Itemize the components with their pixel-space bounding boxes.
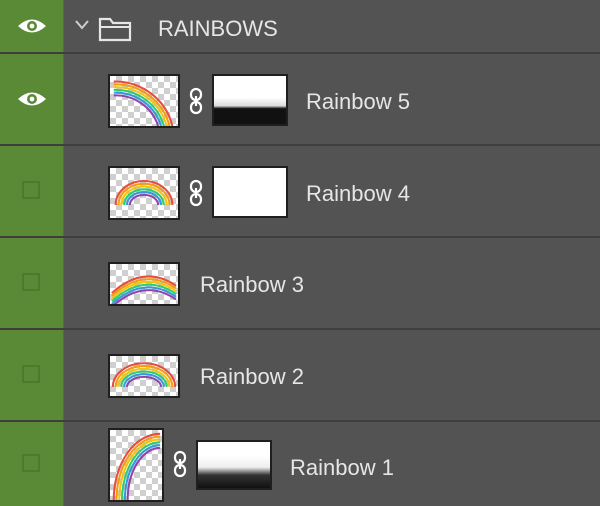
layer-thumbnail[interactable] [108, 74, 180, 128]
layer-row[interactable]: Rainbow 1 [0, 422, 600, 506]
visibility-empty-box [22, 454, 40, 472]
layer-name: Rainbow 5 [306, 89, 410, 114]
visibility-empty-box [22, 181, 40, 199]
rainbow-quarter-arc [113, 80, 174, 126]
rainbow-arc [114, 179, 174, 206]
visibility-empty-box [22, 365, 40, 383]
layer-thumbnail[interactable] [108, 262, 180, 306]
layer-name: Rainbow 2 [200, 364, 304, 389]
layer-thumbnail[interactable] [108, 428, 164, 502]
visibility-toggle[interactable] [0, 330, 64, 420]
layer-mask-thumbnail[interactable] [196, 440, 272, 490]
link-chain-icon[interactable] [188, 87, 204, 115]
visibility-toggle[interactable] [0, 0, 64, 52]
layers-panel: RAINBOWS Rainbow 5 Rainbow 4 Rainbow 3 R… [0, 0, 600, 506]
visibility-empty-box [22, 273, 40, 291]
rainbow-arc [111, 275, 177, 304]
layer-mask-thumbnail[interactable] [212, 166, 288, 218]
layer-name: Rainbow 1 [290, 455, 394, 480]
link-chain-icon[interactable] [172, 450, 188, 478]
visibility-toggle[interactable] [0, 54, 64, 144]
visibility-toggle[interactable] [0, 422, 64, 506]
link-chain-icon[interactable] [188, 179, 204, 207]
rainbow-arc [111, 362, 177, 388]
layer-name: Rainbow 4 [306, 181, 410, 206]
layer-row[interactable]: Rainbow 5 [0, 54, 600, 146]
chevron-down-icon[interactable] [74, 19, 90, 31]
visibility-toggle[interactable] [0, 146, 64, 236]
layer-row[interactable]: Rainbow 2 [0, 330, 600, 422]
layer-mask-thumbnail[interactable] [212, 74, 288, 126]
group-name: RAINBOWS [158, 16, 278, 41]
layer-name: Rainbow 3 [200, 272, 304, 297]
visibility-toggle[interactable] [0, 238, 64, 328]
layer-thumbnail[interactable] [108, 354, 180, 398]
layer-group-rainbows[interactable]: RAINBOWS [0, 0, 600, 54]
rainbow-quarter-arc [112, 432, 161, 500]
layer-row[interactable]: Rainbow 3 [0, 238, 600, 330]
eye-icon [18, 92, 46, 106]
layer-thumbnail[interactable] [108, 166, 180, 220]
eye-icon [18, 19, 46, 33]
layer-row[interactable]: Rainbow 4 [0, 146, 600, 238]
folder-icon [98, 17, 132, 42]
